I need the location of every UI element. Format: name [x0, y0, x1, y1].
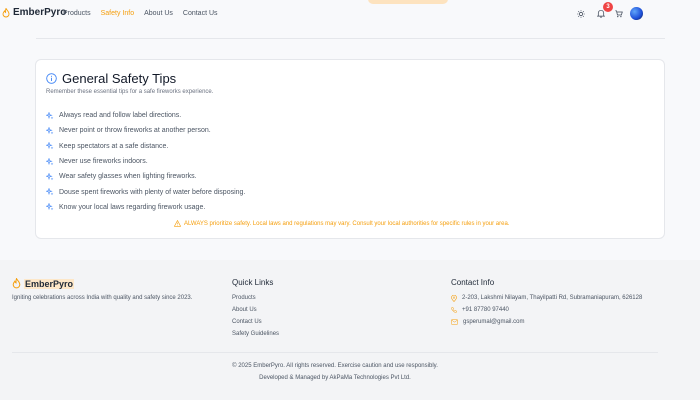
header-divider — [36, 38, 665, 39]
safety-warning: ALWAYS prioritize safety. Local laws and… — [174, 220, 509, 227]
footer-link-contact-us[interactable]: Contact Us — [232, 319, 279, 331]
notification-badge: 3 — [603, 2, 613, 12]
sparkles-icon — [46, 172, 54, 181]
footer-tagline: Igniting celebrations across India with … — [12, 295, 193, 301]
list-item: Never use fireworks indoors. — [46, 154, 245, 169]
contact-phone: +91 87780 97440 — [451, 307, 642, 319]
contact-list: 2-203, Lakshmi Nilayam, Thayilpatti Rd, … — [451, 295, 642, 331]
brand-link[interactable]: EmberPyro — [2, 7, 66, 18]
contact-address: 2-203, Lakshmi Nilayam, Thayilpatti Rd, … — [451, 295, 642, 307]
list-item: Wear safety glasses when lighting firewo… — [46, 169, 245, 184]
sparkles-icon — [46, 142, 54, 150]
sparkles-icon — [46, 111, 54, 119]
copyright-text: © 2025 EmberPyro. All rights reserved. E… — [232, 363, 438, 369]
safety-tips-card: General Safety Tips Remember these essen… — [35, 59, 665, 239]
nav-about-us[interactable]: About Us — [144, 10, 173, 17]
nav-safety-info[interactable]: Safety Info — [101, 10, 134, 17]
nav-contact-us[interactable]: Contact Us — [183, 10, 218, 17]
warning-triangle-icon — [174, 220, 181, 227]
list-item: Know your local laws regarding firework … — [46, 200, 245, 215]
footer-brand-name: EmberPyro — [24, 278, 75, 289]
card-subtitle: Remember these essential tips for a safe… — [46, 89, 214, 95]
brand-name: EmberPyro — [13, 7, 67, 18]
sun-icon[interactable] — [577, 10, 585, 18]
quick-links: Products About Us Contact Us Safety Guid… — [232, 295, 279, 343]
phone-icon — [451, 307, 457, 313]
mail-icon — [451, 319, 458, 325]
footer-brand: EmberPyro — [12, 278, 75, 289]
flame-icon — [12, 278, 21, 289]
flame-icon — [2, 7, 10, 17]
sparkles-icon — [46, 126, 54, 135]
quick-links-heading: Quick Links — [232, 278, 274, 287]
main-nav: Products Safety Info About Us Contact Us — [63, 10, 228, 17]
toast-glow — [368, 0, 448, 4]
contact-email: gsperumal@gmail.com — [451, 319, 642, 331]
card-title: General Safety Tips — [62, 71, 177, 86]
developer-credit: Developed & Managed by AkPaMa Technologi… — [259, 375, 411, 381]
user-avatar[interactable] — [630, 7, 643, 20]
sparkles-icon — [46, 203, 54, 211]
footer-link-about-us[interactable]: About Us — [232, 307, 279, 319]
sparkles-icon — [46, 188, 54, 196]
list-item: Never point or throw fireworks at anothe… — [46, 123, 245, 138]
card-header: General Safety Tips — [46, 71, 176, 86]
cart-icon[interactable] — [615, 10, 623, 18]
footer-divider — [12, 352, 658, 353]
contact-heading: Contact Info — [451, 278, 495, 287]
map-pin-icon — [451, 295, 457, 302]
site-footer: EmberPyro Igniting celebrations across I… — [0, 260, 700, 400]
tips-list: Always read and follow label directions.… — [46, 108, 245, 215]
nav-products[interactable]: Products — [63, 10, 91, 17]
list-item: Keep spectators at a safe distance. — [46, 139, 245, 154]
top-navbar: EmberPyro Products Safety Info About Us … — [0, 0, 700, 28]
footer-link-products[interactable]: Products — [232, 295, 279, 307]
footer-link-safety-guidelines[interactable]: Safety Guidelines — [232, 331, 279, 343]
list-item: Always read and follow label directions. — [46, 108, 245, 123]
info-icon — [46, 73, 57, 84]
sparkles-icon — [46, 157, 54, 165]
list-item: Douse spent fireworks with plenty of wat… — [46, 184, 245, 199]
